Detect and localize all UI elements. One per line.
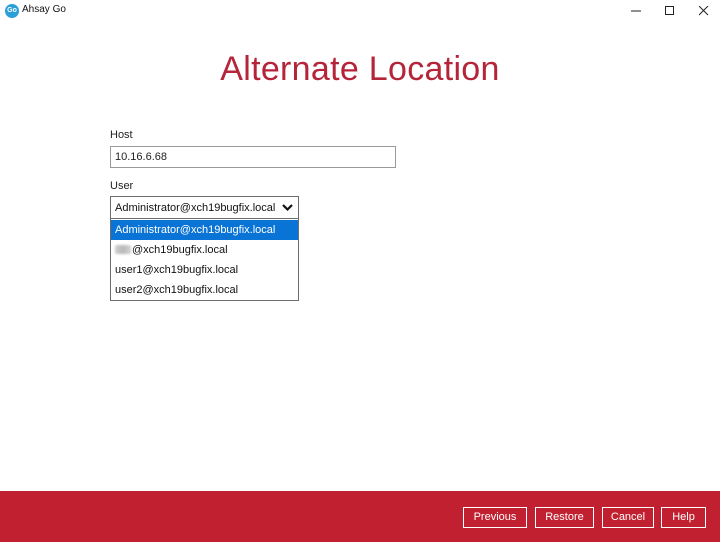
user-option[interactable]: user1@xch19bugfix.local — [111, 260, 298, 280]
user-select[interactable]: Administrator@xch19bugfix.local — [110, 196, 299, 219]
cancel-button[interactable]: Cancel — [602, 507, 654, 528]
footer-bar: Previous Restore Cancel Help — [0, 491, 720, 542]
host-input[interactable] — [110, 146, 396, 168]
window-title: Ahsay Go — [22, 4, 66, 15]
page-title: Alternate Location — [220, 50, 500, 88]
title-bar: Go Ahsay Go — [0, 0, 720, 22]
minimize-icon — [631, 10, 641, 12]
restore-button[interactable]: Restore — [535, 507, 594, 528]
user-option[interactable]: user2@xch19bugfix.local — [111, 280, 298, 300]
user-option[interactable]: Administrator@xch19bugfix.local — [111, 220, 298, 240]
minimize-button[interactable] — [618, 0, 654, 22]
chevron-down-icon — [282, 204, 293, 212]
host-label: Host — [110, 129, 133, 141]
close-button[interactable] — [686, 0, 720, 22]
user-select-value: Administrator@xch19bugfix.local — [115, 202, 276, 214]
app-logo-icon: Go — [5, 4, 19, 18]
user-label: User — [110, 180, 134, 192]
help-button[interactable]: Help — [661, 507, 706, 528]
user-dropdown-list: Administrator@xch19bugfix.local @xch19bu… — [110, 219, 299, 301]
user-option[interactable]: @xch19bugfix.local — [111, 240, 298, 260]
maximize-button[interactable] — [652, 0, 688, 22]
previous-button[interactable]: Previous — [463, 507, 527, 528]
close-icon — [699, 6, 709, 16]
maximize-icon — [665, 6, 674, 15]
redacted-text — [115, 245, 131, 254]
